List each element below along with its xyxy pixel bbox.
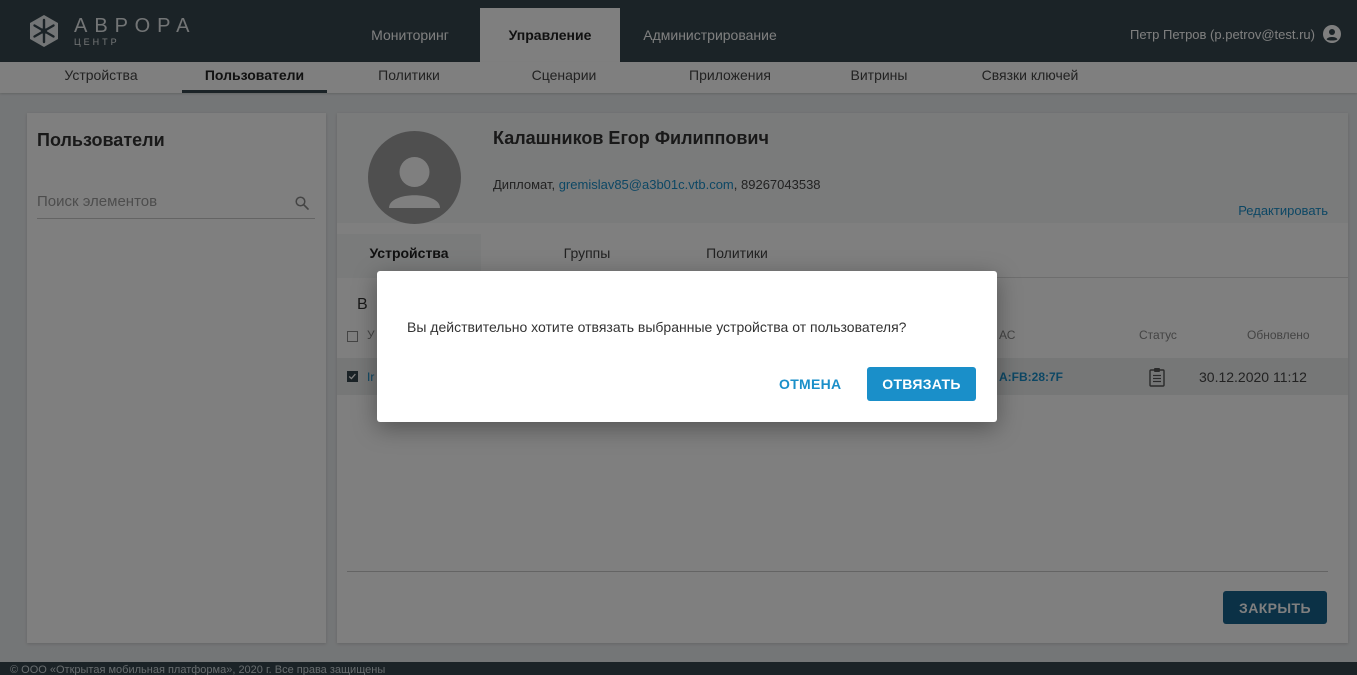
dialog-message: Вы действительно хотите отвязать выбранн…: [407, 319, 907, 335]
cancel-button[interactable]: ОТМЕНА: [779, 367, 841, 401]
unlink-button[interactable]: ОТВЯЗАТЬ: [867, 367, 976, 401]
confirm-unlink-dialog: Вы действительно хотите отвязать выбранн…: [377, 271, 997, 422]
